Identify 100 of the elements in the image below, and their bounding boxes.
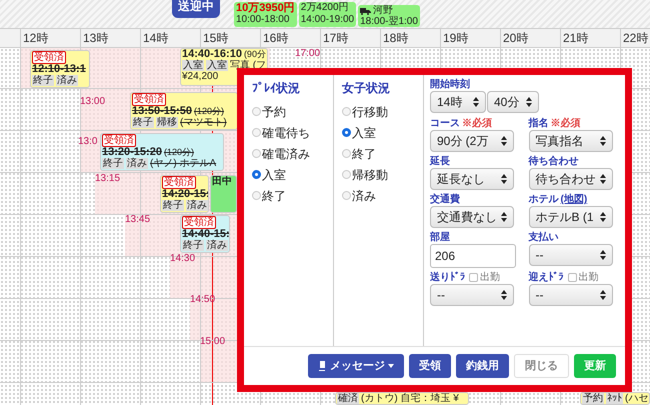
status-tag: 入室 bbox=[206, 60, 228, 71]
booking-card[interactable]: 受領済 13:50-15:50 (120分) 終子 帰移 (マツモト) bbox=[130, 92, 238, 130]
dropdown-select[interactable]: 待ち合わせ bbox=[528, 168, 612, 190]
radio-option[interactable]: 入室 bbox=[252, 164, 333, 185]
select-arrows-icon bbox=[600, 290, 606, 300]
field-label: 送りﾄﾞﾗ bbox=[430, 271, 465, 284]
dropdown-select[interactable]: 90分 (2万 bbox=[430, 130, 514, 152]
booking-card[interactable]: 受領済 12:10-13:1 終子 済み bbox=[30, 50, 90, 88]
time-marker: 13:45 bbox=[125, 214, 150, 225]
dropdown-select[interactable]: -- bbox=[430, 284, 514, 306]
radio-option[interactable]: 終了 bbox=[252, 185, 333, 206]
checkbox[interactable] bbox=[568, 273, 576, 282]
driver-card[interactable]: 河野 18:00-翌1:00 bbox=[358, 5, 420, 27]
section-title: 女子状況 bbox=[342, 80, 391, 97]
field-label: コース bbox=[430, 117, 460, 130]
field-label: 指名 bbox=[528, 117, 548, 130]
checkbox[interactable] bbox=[469, 273, 478, 282]
select-arrows-icon bbox=[501, 212, 507, 222]
status-tag: 済み bbox=[186, 200, 208, 211]
status-tag: 終子 bbox=[182, 240, 204, 251]
select-arrows-icon bbox=[600, 212, 606, 222]
status-tag: 帰移 bbox=[156, 117, 178, 128]
status-tag: 済み bbox=[126, 158, 148, 169]
dropdown-select[interactable]: ホテルB (1 bbox=[528, 206, 612, 228]
dropdown-select[interactable]: 14時 bbox=[430, 91, 486, 113]
select-arrows-icon bbox=[501, 290, 507, 300]
select-arrows-icon bbox=[600, 136, 606, 146]
received-badge: 受領済 bbox=[32, 51, 66, 64]
booking-card[interactable]: 予約 ﾈｯﾄ (ハセ bbox=[580, 392, 650, 405]
copy-icon bbox=[318, 361, 327, 371]
field-label: 迎えﾄﾞﾗ bbox=[528, 271, 564, 284]
booking-time: 13:20-15:20 bbox=[102, 147, 162, 158]
received-badge: 受領済 bbox=[102, 134, 136, 147]
field-label: 待ち合わせ bbox=[528, 155, 578, 168]
dropdown-select[interactable]: -- bbox=[528, 284, 612, 306]
radio-option[interactable]: 確電済み bbox=[252, 143, 333, 164]
caret-icon bbox=[388, 364, 394, 368]
dropdown-select[interactable]: 延長なし bbox=[430, 168, 514, 190]
radio-option[interactable]: 終了 bbox=[342, 143, 423, 164]
status-tag: 終子 bbox=[132, 117, 154, 128]
hour-header: 14時 bbox=[140, 29, 200, 47]
driver-card[interactable]: 2万4200円 14:00-19:00 bbox=[298, 2, 356, 27]
radio-option[interactable]: 入室 bbox=[342, 122, 423, 143]
field-label: 交通費 bbox=[430, 193, 460, 206]
time-marker: 13:15 bbox=[95, 173, 120, 184]
radio-option[interactable]: 行移動 bbox=[342, 101, 423, 122]
radio-option[interactable]: 済み bbox=[342, 185, 423, 206]
driver-name: 河野 bbox=[373, 5, 394, 16]
status-tag: 終子 bbox=[102, 158, 124, 169]
field-label: ホテル bbox=[528, 193, 558, 206]
time-marker: 15:00 bbox=[200, 336, 226, 347]
radio-option[interactable]: 確電待ち bbox=[252, 122, 333, 143]
truck-icon bbox=[360, 6, 372, 14]
booking-card[interactable]: 受領済 13:20-15:20 (120分) 終子 済み (ヤノ) ホテルA bbox=[100, 133, 224, 171]
field-label: 部屋 bbox=[430, 231, 450, 244]
action-button[interactable]: 釣銭用 bbox=[456, 354, 509, 378]
dropdown-select[interactable]: 40分 bbox=[487, 91, 539, 113]
status-tag: ﾈｯﾄ bbox=[606, 393, 623, 404]
status-tag: 済み bbox=[206, 240, 228, 251]
hour-header: 17時 bbox=[320, 29, 380, 47]
hour-header: 22時 bbox=[620, 29, 650, 47]
booking-detail: (ヤノ) ホテルA bbox=[150, 158, 216, 169]
time-marker: 17:00 bbox=[295, 48, 320, 59]
received-badge: 受領済 bbox=[162, 176, 196, 189]
hour-header: 12時 bbox=[20, 29, 80, 47]
time-marker: 13:00 bbox=[80, 96, 106, 107]
driver-card[interactable]: 10万3950円 10:00-18:00 bbox=[234, 2, 297, 27]
time-marker: 14:50 bbox=[190, 294, 216, 305]
received-badge: 受領済 bbox=[132, 93, 166, 106]
hour-header: 20時 bbox=[500, 29, 560, 47]
radio-option[interactable]: 予約 bbox=[252, 101, 333, 122]
booking-time: 13:50-15:50 bbox=[132, 106, 192, 117]
dropdown-select[interactable]: 写真指名 bbox=[528, 130, 612, 152]
action-button[interactable]: 受領 bbox=[409, 354, 451, 378]
booking-price: ¥24,200 bbox=[182, 71, 220, 82]
time-marker: 13:0 bbox=[78, 136, 98, 147]
booking-card[interactable]: 受領済 14:40-15: 終子 済み bbox=[180, 215, 230, 253]
dropdown-select[interactable]: 交通費なし bbox=[430, 206, 514, 228]
select-arrows-icon bbox=[600, 174, 606, 184]
field-label: 開始時刻 bbox=[430, 78, 471, 91]
map-link[interactable]: (地図) bbox=[560, 193, 588, 206]
select-arrows-icon bbox=[526, 97, 532, 107]
booking-detail: (ハセ bbox=[625, 393, 648, 404]
message-menu-button[interactable]: メッセージ bbox=[308, 354, 404, 378]
status-tag: 済み bbox=[56, 75, 78, 86]
input-field[interactable]: 206 bbox=[430, 244, 516, 268]
booking-duration: (120分) bbox=[164, 147, 194, 158]
action-button[interactable]: 閉じる bbox=[514, 354, 569, 378]
driver-hours: 10:00-18:00 bbox=[236, 14, 290, 25]
required-note: ※必須 bbox=[462, 117, 492, 130]
received-badge: 受領済 bbox=[182, 216, 216, 229]
radio-option[interactable]: 帰移動 bbox=[342, 164, 423, 185]
hour-header: 16時 bbox=[260, 29, 320, 47]
booking-time: 14:40-15: bbox=[182, 229, 229, 240]
field-label: 支払い bbox=[528, 231, 558, 244]
dropdown-select[interactable]: -- bbox=[528, 244, 612, 266]
status-tag: 予約 bbox=[582, 393, 604, 404]
select-arrows-icon bbox=[501, 136, 507, 146]
booking-time: 14:40-16:10 bbox=[182, 49, 242, 60]
hour-header: 13時 bbox=[80, 29, 140, 47]
